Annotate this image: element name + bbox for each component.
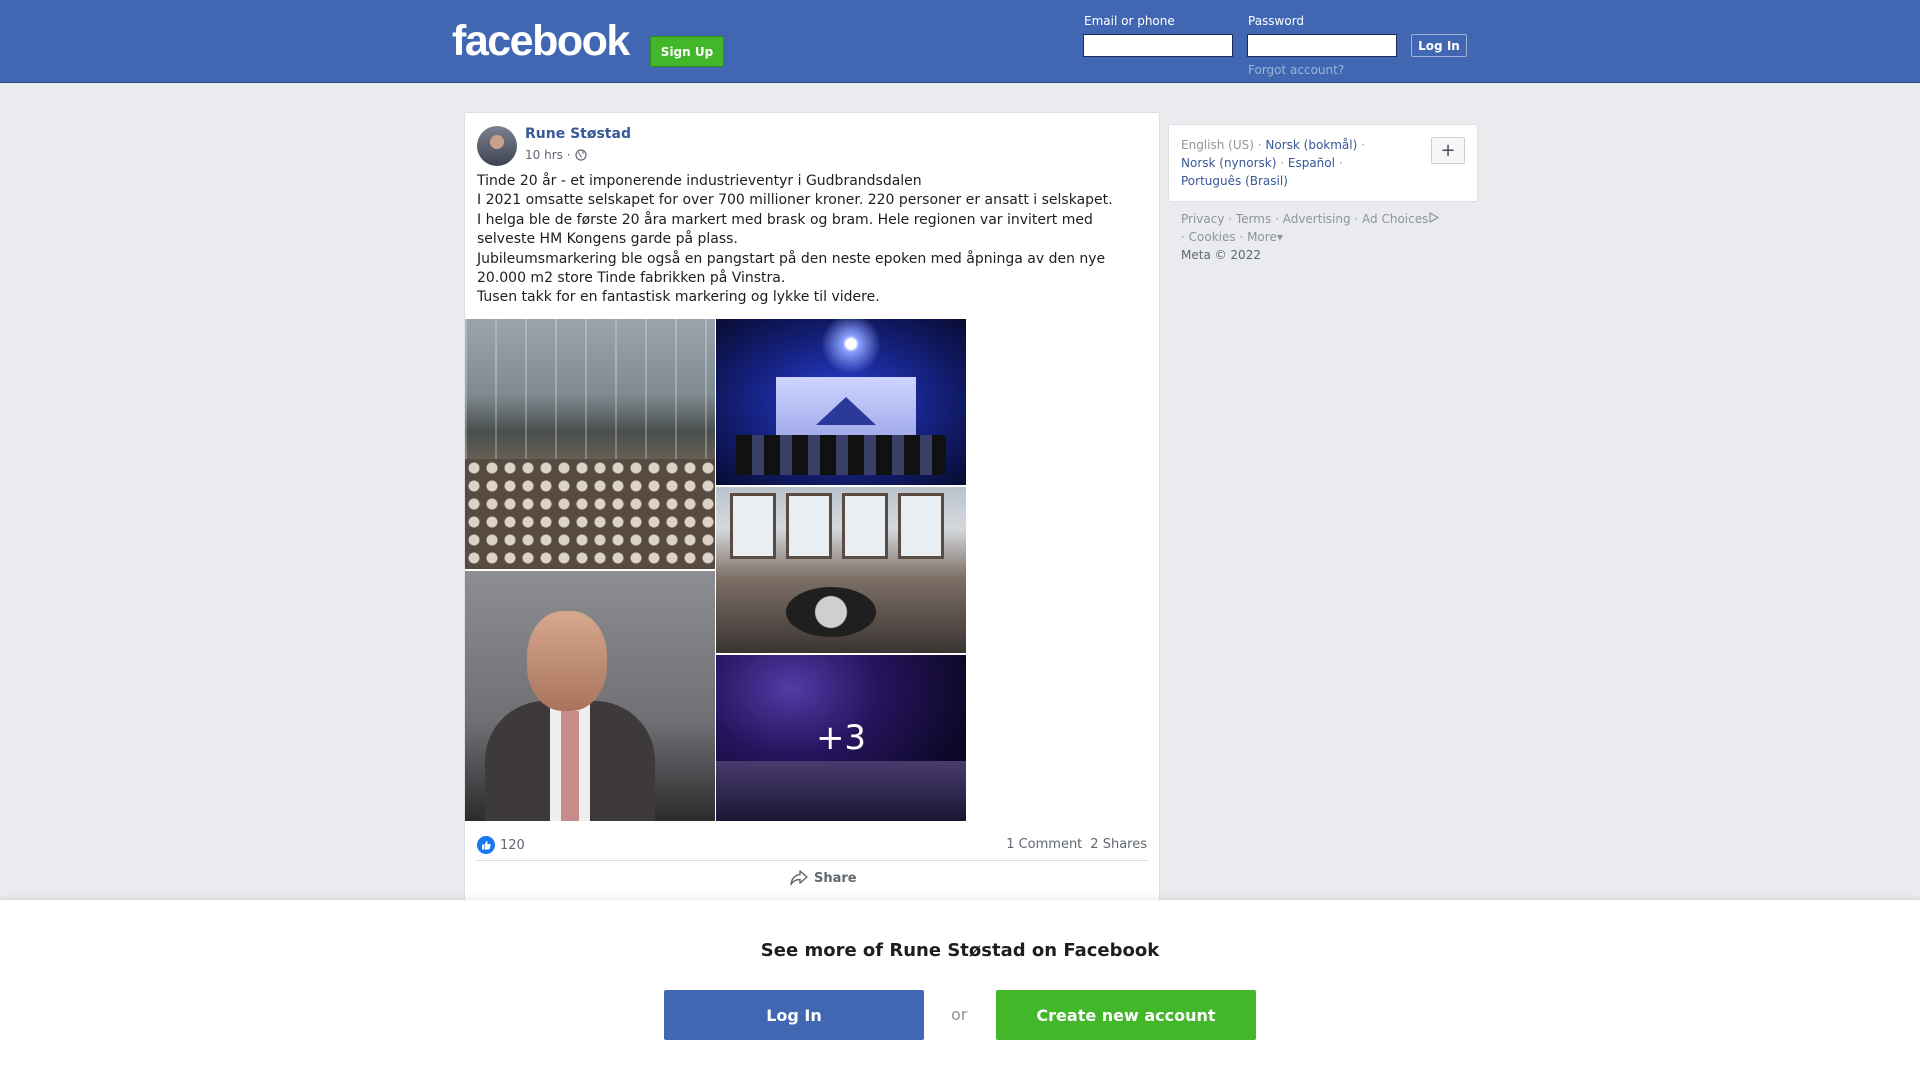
more-photos-overlay[interactable]: +3: [716, 655, 966, 821]
share-icon: [790, 870, 808, 886]
language-current: English (US): [1181, 138, 1254, 152]
plus-icon: +: [1440, 140, 1456, 161]
footer-link-terms[interactable]: Terms: [1236, 212, 1271, 226]
ad-choices-icon: [1429, 211, 1440, 224]
language-link[interactable]: Português (Brasil): [1181, 174, 1288, 188]
footer-link-more[interactable]: More: [1247, 230, 1277, 244]
caret-down-icon: ▾: [1276, 230, 1283, 244]
share-label: Share: [814, 870, 857, 886]
post-card: Rune Støstad 10 hrs · Tinde 20 år - et i…: [464, 112, 1160, 902]
photo-concert-hall[interactable]: [465, 319, 715, 569]
language-link[interactable]: Norsk (nynorsk): [1181, 156, 1276, 170]
top-bar: facebook Sign Up Email or phone Password…: [0, 0, 1920, 83]
photo-stage-band[interactable]: [716, 319, 966, 485]
post-text-line: Tusen takk for en fantastisk markering o…: [477, 289, 880, 306]
comment-count[interactable]: 1 Comment: [1006, 837, 1082, 852]
language-link[interactable]: Norsk (bokmål): [1265, 138, 1357, 152]
share-button[interactable]: Share: [790, 870, 857, 886]
banner-title: See more of Rune Støstad on Facebook: [760, 940, 1160, 961]
post-text-line: Jubileumsmarkering ble også en pangstart…: [477, 250, 1106, 287]
footer-link-cookies[interactable]: Cookies: [1189, 230, 1236, 244]
window: [786, 493, 832, 559]
avatar[interactable]: [477, 126, 517, 166]
post-time[interactable]: 10 hrs ·: [525, 148, 571, 162]
like-icon: [477, 836, 495, 854]
footer-link-advertising[interactable]: Advertising: [1283, 212, 1351, 226]
sign-up-button[interactable]: Sign Up: [650, 36, 724, 67]
facebook-logo[interactable]: facebook: [452, 20, 630, 63]
face: [527, 611, 607, 711]
email-label: Email or phone: [1084, 14, 1175, 28]
reaction-summary[interactable]: 120: [477, 836, 525, 854]
login-prompt-banner: See more of Rune Støstad on Facebook Log…: [0, 900, 1920, 1080]
globe-icon: [574, 149, 587, 161]
post-meta: 10 hrs ·: [525, 148, 587, 162]
post-text: Tinde 20 år - et imponerende industrieve…: [477, 172, 1147, 308]
post-author[interactable]: Rune Støstad: [525, 126, 631, 142]
post-text-line: I helga ble de første 20 åra markert med…: [477, 211, 1093, 248]
language-selector: English (US) · Norsk (bokmål) · Norsk (n…: [1168, 124, 1478, 202]
password-field[interactable]: [1247, 34, 1397, 57]
photo-living-room-music[interactable]: [716, 487, 966, 653]
language-link[interactable]: Español: [1288, 156, 1335, 170]
window: [730, 493, 776, 559]
drum-kit: [786, 587, 876, 637]
footer-link-privacy[interactable]: Privacy: [1181, 212, 1224, 226]
photo-speaker-portrait[interactable]: [465, 571, 715, 821]
copyright: Meta © 2022: [1181, 248, 1261, 262]
like-count: 120: [500, 837, 525, 853]
tie: [561, 711, 579, 821]
divider: [477, 860, 1147, 861]
post-text-line: I 2021 omsatte selskapet for over 700 mi…: [477, 192, 1113, 209]
stage-performers: [736, 435, 946, 475]
banner-or-label: or: [951, 1005, 968, 1024]
engagement-counts: 1 Comment 2 Shares: [1006, 837, 1147, 852]
footer-link-ad-choices[interactable]: Ad Choices: [1362, 212, 1428, 226]
post-text-line: Tinde 20 år - et imponerende industrieve…: [477, 173, 922, 189]
more-languages-button[interactable]: +: [1431, 137, 1465, 164]
header-login-button[interactable]: Log In: [1411, 34, 1467, 57]
window: [842, 493, 888, 559]
password-label: Password: [1248, 14, 1305, 28]
language-list: English (US) · Norsk (bokmål) · Norsk (n…: [1181, 138, 1365, 188]
forgot-account-link[interactable]: Forgot account?: [1248, 63, 1344, 77]
banner-login-button[interactable]: Log In: [664, 990, 924, 1040]
share-count[interactable]: 2 Shares: [1090, 837, 1147, 852]
window: [898, 493, 944, 559]
footer-links: Privacy · Terms · Advertising · Ad Choic…: [1181, 210, 1481, 264]
create-account-button[interactable]: Create new account: [996, 990, 1256, 1040]
email-field[interactable]: [1083, 34, 1233, 57]
